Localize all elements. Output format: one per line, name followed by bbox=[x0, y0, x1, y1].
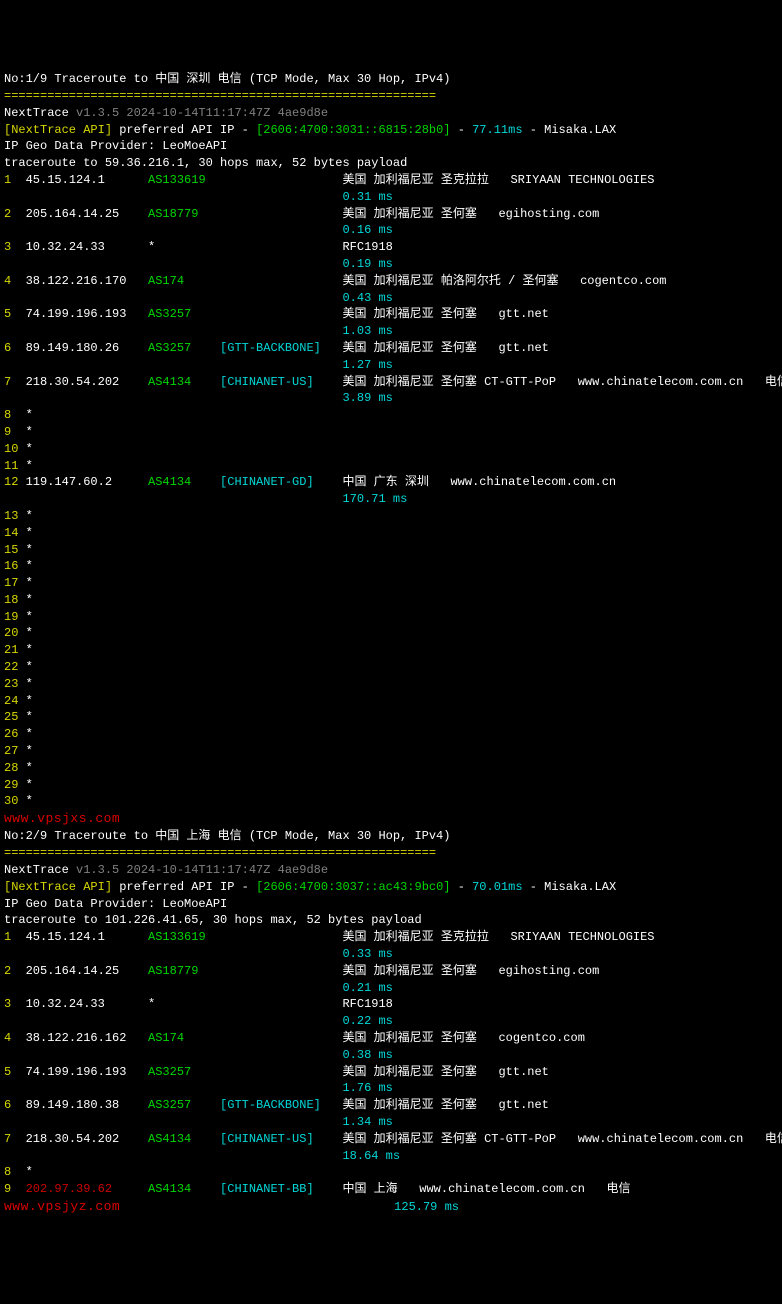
hop-row: 1 45.15.124.1 AS133619 美国 加利福尼亚 圣克拉拉 SRI… bbox=[4, 172, 782, 189]
hop-timeout: 23 * bbox=[4, 676, 782, 693]
hop-row: 7 218.30.54.202 AS4134 [CHINANET-US] 美国 … bbox=[4, 1131, 782, 1148]
hop-timeout: 28 * bbox=[4, 760, 782, 777]
hop-timeout: 24 * bbox=[4, 693, 782, 710]
hop-row: 4 38.122.216.162 AS174 美国 加利福尼亚 圣何塞 coge… bbox=[4, 1030, 782, 1047]
hop-timeout: 9 * bbox=[4, 424, 782, 441]
terminal-output: No:1/9 Traceroute to 中国 深圳 电信 (TCP Mode,… bbox=[4, 71, 782, 1216]
hop-timeout: 11 * bbox=[4, 458, 782, 475]
hop-timeout: 29 * bbox=[4, 777, 782, 794]
hop-timeout: 8 * bbox=[4, 1164, 782, 1181]
hop-row: 1 45.15.124.1 AS133619 美国 加利福尼亚 圣克拉拉 SRI… bbox=[4, 929, 782, 946]
hop-timeout: 22 * bbox=[4, 659, 782, 676]
hop-row: 6 89.149.180.38 AS3257 [GTT-BACKBONE] 美国… bbox=[4, 1097, 782, 1114]
hop-row: 2 205.164.14.25 AS18779 美国 加利福尼亚 圣何塞 egi… bbox=[4, 963, 782, 980]
hop-timeout: 25 * bbox=[4, 709, 782, 726]
hop-timeout: 21 * bbox=[4, 642, 782, 659]
hop-row: 12 119.147.60.2 AS4134 [CHINANET-GD] 中国 … bbox=[4, 474, 782, 491]
hop-row: 9 202.97.39.62 AS4134 [CHINANET-BB] 中国 上… bbox=[4, 1181, 782, 1198]
hop-row: 5 74.199.196.193 AS3257 美国 加利福尼亚 圣何塞 gtt… bbox=[4, 1064, 782, 1081]
hop-timeout: 19 * bbox=[4, 609, 782, 626]
hop-timeout: 8 * bbox=[4, 407, 782, 424]
hop-row: 3 10.32.24.33 * RFC1918 bbox=[4, 996, 782, 1013]
hop-timeout: 16 * bbox=[4, 558, 782, 575]
hop-row: 6 89.149.180.26 AS3257 [GTT-BACKBONE] 美国… bbox=[4, 340, 782, 357]
hop-timeout: 13 * bbox=[4, 508, 782, 525]
hop-row: 4 38.122.216.170 AS174 美国 加利福尼亚 帕洛阿尔托 / … bbox=[4, 273, 782, 290]
hop-row: 5 74.199.196.193 AS3257 美国 加利福尼亚 圣何塞 gtt… bbox=[4, 306, 782, 323]
hop-timeout: 10 * bbox=[4, 441, 782, 458]
hop-timeout: 17 * bbox=[4, 575, 782, 592]
hop-row: 7 218.30.54.202 AS4134 [CHINANET-US] 美国 … bbox=[4, 374, 782, 391]
hop-timeout: 14 * bbox=[4, 525, 782, 542]
hop-row: 2 205.164.14.25 AS18779 美国 加利福尼亚 圣何塞 egi… bbox=[4, 206, 782, 223]
hop-timeout: 15 * bbox=[4, 542, 782, 559]
hop-timeout: 20 * bbox=[4, 625, 782, 642]
hop-timeout: 26 * bbox=[4, 726, 782, 743]
hop-row: 3 10.32.24.33 * RFC1918 bbox=[4, 239, 782, 256]
hop-timeout: 18 * bbox=[4, 592, 782, 609]
hop-timeout: 30 * bbox=[4, 793, 782, 810]
hop-timeout: 27 * bbox=[4, 743, 782, 760]
